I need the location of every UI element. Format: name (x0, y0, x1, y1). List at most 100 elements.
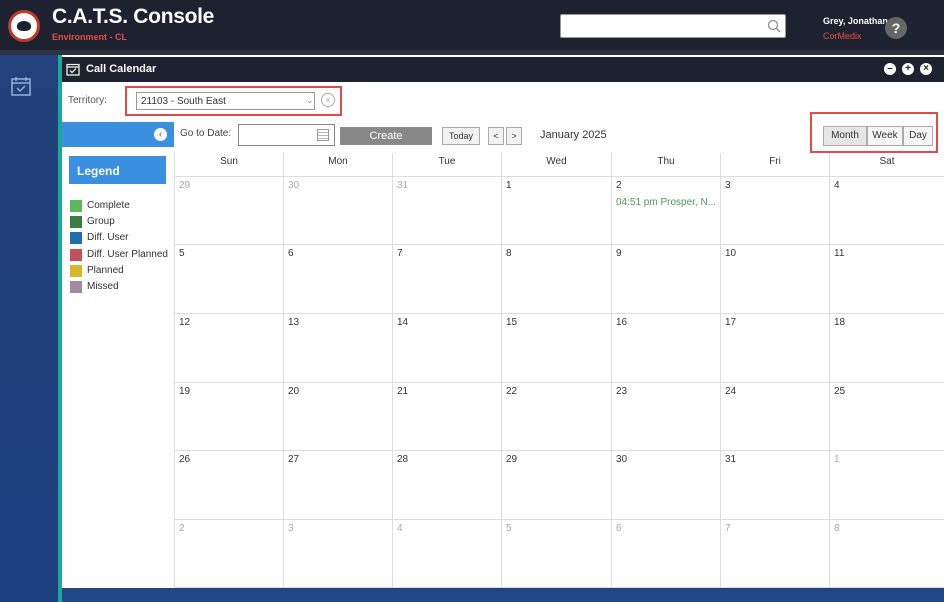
help-button[interactable]: ? (885, 17, 907, 39)
clear-icon[interactable]: × (321, 93, 335, 107)
day-number: 23 (616, 386, 628, 397)
legend-swatch (70, 232, 82, 245)
day-number: 27 (288, 454, 300, 465)
day-number: 19 (179, 386, 191, 397)
calendar-day-cell[interactable]: 2 04:51 pm Prosper, N... (611, 177, 720, 245)
calendar-day-cell[interactable]: 17 (720, 314, 829, 383)
calendar-day-cell[interactable]: 24 (720, 383, 829, 451)
legend-swatch (70, 264, 82, 277)
day-number: 6 (616, 523, 622, 534)
calendar-day-cell[interactable]: 9 (611, 245, 720, 314)
day-number: 3 (288, 523, 294, 534)
bottom-bar (62, 588, 944, 602)
calendar-day-cell[interactable]: 10 (720, 245, 829, 314)
day-number: 5 (179, 248, 185, 259)
calendar-day-cell[interactable]: 8 (501, 245, 611, 314)
calendar-day-cell[interactable]: 4 (392, 520, 501, 588)
day-number: 31 (725, 454, 737, 465)
day-number: 13 (288, 317, 300, 328)
legend-label: Complete (87, 200, 130, 211)
minimize-icon[interactable]: – (884, 63, 896, 75)
calendar-day-cell[interactable]: 30 (283, 177, 392, 245)
weekday-header: Thu (611, 153, 720, 177)
calendar-day-cell[interactable]: 7 (392, 245, 501, 314)
calendar-day-cell[interactable]: 1 (829, 451, 944, 520)
calendar-day-cell[interactable]: 1 (501, 177, 611, 245)
global-search-input[interactable] (560, 14, 786, 38)
weekday-header: Fri (720, 153, 829, 177)
legend-label: Diff. User Planned (87, 248, 168, 260)
calendar-day-cell[interactable]: 23 (611, 383, 720, 451)
day-number: 25 (834, 386, 846, 397)
legend-swatch (70, 248, 82, 261)
day-number: 16 (616, 317, 628, 328)
calendar-day-cell[interactable]: 22 (501, 383, 611, 451)
calendar-day-cell[interactable]: 2 (174, 520, 283, 588)
legend-swatch (70, 216, 82, 229)
day-number: 22 (506, 386, 518, 397)
day-number: 1 (834, 454, 840, 465)
panel-header: Call Calendar – + × (62, 57, 944, 82)
calendar-day-cell[interactable]: 11 (829, 245, 944, 314)
weekday-header: Sat (829, 153, 944, 177)
close-icon[interactable]: × (920, 63, 932, 75)
calendar-day-cell[interactable]: 6 (611, 520, 720, 588)
calendar-day-cell[interactable]: 28 (392, 451, 501, 520)
calendar-day-cell[interactable]: 21 (392, 383, 501, 451)
calendar-day-cell[interactable]: 18 (829, 314, 944, 383)
weekday-header: Sun (174, 153, 283, 177)
maximize-icon[interactable]: + (902, 63, 914, 75)
calendar-day-cell[interactable]: 19 (174, 383, 283, 451)
date-picker-icon[interactable] (317, 129, 329, 141)
legend-label: Missed (87, 281, 119, 292)
calendar-day-cell[interactable]: 4 (829, 177, 944, 245)
chevron-left-icon[interactable]: ‹ (154, 128, 167, 141)
calendar-day-cell[interactable]: 6 (283, 245, 392, 314)
calendar-day-cell[interactable]: 14 (392, 314, 501, 383)
calendar-day-cell[interactable]: 25 (829, 383, 944, 451)
day-number: 9 (616, 248, 622, 259)
month-view-button[interactable]: Month (823, 126, 867, 146)
legend-label: Group (87, 216, 115, 228)
calendar-day-cell[interactable]: 29 (501, 451, 611, 520)
today-button[interactable]: Today (442, 127, 480, 145)
chevron-down-icon[interactable]: ⌄ (306, 95, 314, 106)
day-number: 30 (616, 454, 628, 465)
day-number: 3 (725, 180, 731, 191)
next-month-button[interactable]: > (506, 127, 522, 145)
calendar-day-cell[interactable]: 29 (174, 177, 283, 245)
calendar-day-cell[interactable]: 26 (174, 451, 283, 520)
user-name[interactable]: Grey, Jonathan (823, 16, 888, 26)
user-organization: CorMedix (823, 31, 862, 41)
calendar-day-cell[interactable]: 13 (283, 314, 392, 383)
create-button[interactable]: Create (340, 127, 432, 145)
day-number: 1 (506, 180, 512, 191)
calendar-day-cell[interactable]: 5 (174, 245, 283, 314)
calendar-day-cell[interactable]: 30 (611, 451, 720, 520)
calendar-day-cell[interactable]: 7 (720, 520, 829, 588)
day-number: 29 (506, 454, 518, 465)
day-view-button[interactable]: Day (903, 126, 933, 146)
calendar-day-cell[interactable]: 5 (501, 520, 611, 588)
calendar-day-cell[interactable]: 31 (720, 451, 829, 520)
week-view-button[interactable]: Week (867, 126, 903, 146)
prev-month-button[interactable]: < (488, 127, 504, 145)
calendar-day-cell[interactable]: 27 (283, 451, 392, 520)
calendar-day-cell[interactable]: 8 (829, 520, 944, 588)
day-number: 21 (397, 386, 409, 397)
search-icon[interactable] (767, 19, 781, 33)
calendar-check-icon[interactable] (10, 75, 32, 97)
calendar-day-cell[interactable]: 3 (720, 177, 829, 245)
calendar-event[interactable]: 04:51 pm Prosper, N... (616, 197, 716, 208)
day-number: 7 (397, 248, 403, 259)
calendar-day-cell[interactable]: 16 (611, 314, 720, 383)
calendar-day-cell[interactable]: 20 (283, 383, 392, 451)
day-number: 2 (616, 180, 622, 191)
territory-select[interactable]: 21103 - South East (136, 92, 315, 110)
calendar-day-cell[interactable]: 15 (501, 314, 611, 383)
calendar-day-cell[interactable]: 12 (174, 314, 283, 383)
calendar-day-cell[interactable]: 3 (283, 520, 392, 588)
day-number: 10 (725, 248, 737, 259)
territory-label: Territory: (68, 95, 107, 106)
calendar-day-cell[interactable]: 31 (392, 177, 501, 245)
